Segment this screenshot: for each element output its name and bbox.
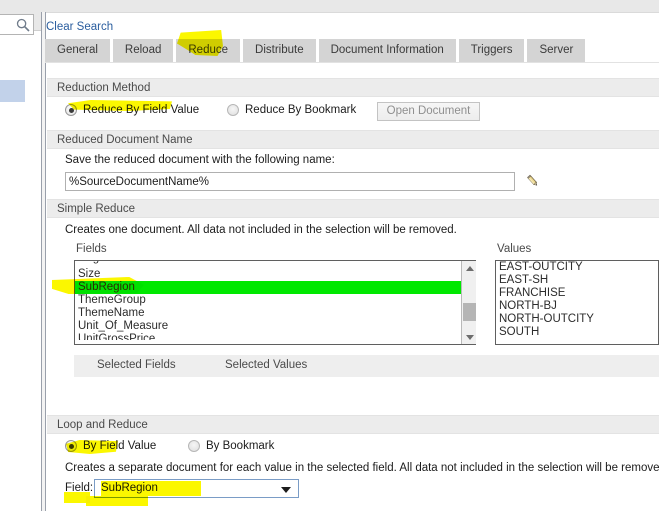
tab-bar: General Reload Reduce Distribute Documen… [45,39,586,62]
values-listbox[interactable]: EAST-OUTCITY EAST-SH FRANCHISE NORTH-BJ … [495,260,659,345]
selected-fields-label: Selected Fields [97,359,176,371]
radio-reduce-by-field-value[interactable]: Reduce By Field Value [65,104,199,116]
radio-label: Reduce By Field Value [83,104,200,116]
section-header-reduced-document-name: Reduced Document Name [47,130,659,149]
list-item[interactable]: EAST-SH [496,274,658,287]
list-item[interactable]: EAST-OUTCITY [496,261,658,274]
fields-listbox[interactable]: Region Size SubRegion ThemeGroup ThemeNa… [74,260,476,345]
tab-distribute[interactable]: Distribute [243,39,316,62]
section-header-loop-and-reduce: Loop and Reduce [47,415,659,434]
radio-indicator [65,104,77,116]
radio-indicator [227,104,239,116]
radio-indicator [188,440,200,452]
field-dropdown-label: Field: [65,482,94,494]
tab-reload[interactable]: Reload [112,39,174,62]
tab-bar-underline [45,62,659,63]
tab-reduce[interactable]: Reduce [176,39,241,62]
selected-values-label: Selected Values [225,359,308,371]
section-header-reduction-method: Reduction Method [47,78,659,97]
list-item[interactable]: ThemeGroup [75,294,475,307]
window-top-strip [0,0,659,13]
scroll-down-arrow-icon[interactable] [462,330,477,344]
rail-divider [41,12,46,511]
chevron-down-icon[interactable] [281,487,291,493]
left-navigation-rail [0,12,42,511]
radio-label: By Field Value [83,440,157,452]
fields-column-label: Fields [76,243,107,255]
radio-label: Reduce By Bookmark [245,104,357,116]
field-select[interactable]: SubRegion [94,479,299,498]
radio-label: By Bookmark [206,440,275,452]
clear-search-link[interactable]: Clear Search [46,21,113,33]
list-item[interactable]: ThemeName [75,307,475,320]
list-item[interactable]: SOUTH [496,326,658,339]
scrollbar-thumb[interactable] [463,303,476,321]
search-icon[interactable] [16,18,30,32]
list-item[interactable]: Size [75,268,475,281]
simple-reduce-description: Creates one document. All data not inclu… [65,224,457,236]
list-item[interactable]: NORTH-BJ [496,300,658,313]
reduced-name-instruction: Save the reduced document with the follo… [65,154,335,166]
fields-listbox-scrollbar[interactable] [461,261,476,344]
tab-document-information[interactable]: Document Information [318,39,456,62]
open-document-button[interactable]: Open Document [377,102,480,121]
tab-server[interactable]: Server [527,39,586,62]
scroll-up-arrow-icon[interactable] [462,261,477,275]
left-rail-selected-item[interactable] [0,80,25,102]
tab-general[interactable]: General [45,39,110,62]
radio-indicator [65,440,77,452]
pencil-icon[interactable] [525,173,541,189]
reduced-document-name-field[interactable]: %SourceDocumentName% [65,172,515,191]
tab-triggers[interactable]: Triggers [458,39,525,62]
list-item[interactable]: NORTH-OUTCITY [496,313,658,326]
list-item[interactable]: UnitGrossPrice [75,333,475,340]
field-select-value: SubRegion [101,482,158,494]
loop-reduce-description: Creates a separate document for each val… [65,462,659,474]
reduce-tab-panel: Reduction Method Reduce By Field Value R… [47,66,659,511]
selected-summary-bar: Selected Fields Selected Values [74,355,659,377]
list-item[interactable]: FRANCHISE [496,287,658,300]
list-item[interactable]: Region [75,261,475,268]
radio-by-field-value[interactable]: By Field Value [65,440,156,452]
list-item[interactable]: Unit_Of_Measure [75,320,475,333]
list-item-selected[interactable]: SubRegion [75,281,475,294]
radio-by-bookmark[interactable]: By Bookmark [188,440,274,452]
section-header-simple-reduce: Simple Reduce [47,199,659,218]
radio-reduce-by-bookmark[interactable]: Reduce By Bookmark [227,104,356,116]
values-column-label: Values [497,243,532,255]
